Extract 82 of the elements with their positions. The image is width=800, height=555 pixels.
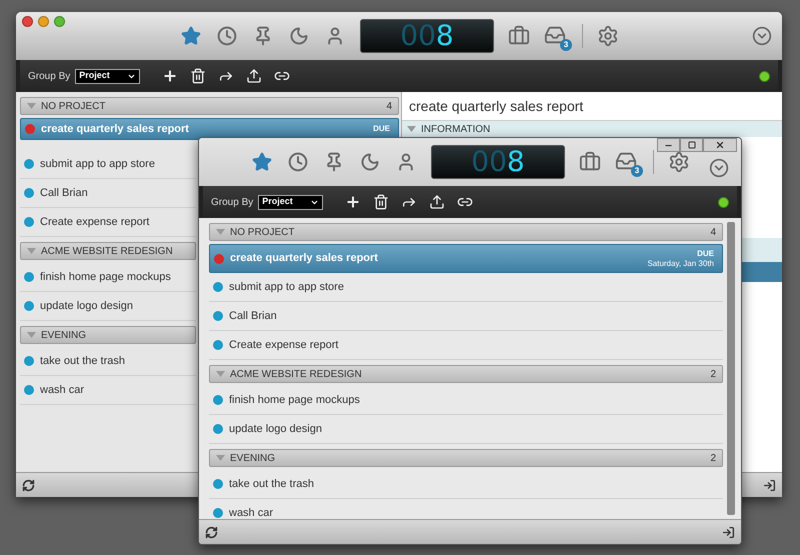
task-row[interactable]: wash car — [20, 376, 196, 405]
task-title: take out the trash — [40, 354, 125, 369]
group-name: EVENING — [41, 328, 86, 342]
group-by-dropdown[interactable]: Project — [75, 68, 140, 84]
group-count: 2 — [710, 452, 716, 466]
close-button[interactable] — [703, 138, 737, 152]
task-row[interactable]: Create expense report — [209, 331, 723, 360]
task-row[interactable]: update logo design — [20, 292, 196, 321]
section-title: INFORMATION — [421, 122, 490, 136]
task-title: finish home page mockups — [40, 270, 171, 285]
task-title: submit app to app store — [40, 156, 155, 172]
group-count: 4 — [710, 226, 716, 240]
refresh-icon[interactable] — [205, 526, 218, 538]
trash-icon[interactable] — [373, 194, 390, 210]
group-by-label: Group By — [28, 70, 70, 84]
maximize-button[interactable] — [680, 138, 703, 152]
maximize-icon — [688, 141, 696, 149]
briefcase-icon[interactable] — [508, 25, 530, 47]
upload-icon[interactable] — [429, 194, 446, 210]
task-row[interactable]: Call Brian — [20, 179, 196, 208]
task-title: submit app to app store — [229, 280, 344, 295]
task-title: update logo design — [40, 298, 133, 314]
zoom-button[interactable] — [54, 16, 65, 27]
task-row[interactable]: Create expense report — [20, 208, 196, 237]
task-title: finish home page mockups — [229, 392, 360, 408]
collapse-triangle-icon[interactable] — [407, 126, 416, 132]
clock-icon[interactable] — [287, 151, 309, 173]
task-row[interactable]: finish home page mockups — [20, 263, 196, 292]
task-title: create quarterly sales report — [41, 122, 189, 137]
exit-icon[interactable] — [722, 526, 735, 538]
inbox-badge: 3 — [631, 165, 643, 177]
moon-icon[interactable] — [288, 25, 310, 47]
scrollbar[interactable] — [727, 222, 735, 515]
due-label: DUE — [697, 248, 714, 258]
task-row[interactable]: take out the trash — [209, 470, 723, 499]
task-row[interactable]: submit app to app store — [209, 273, 723, 302]
group-by-dropdown[interactable]: Project — [258, 194, 324, 210]
counter-display: 008 — [360, 19, 494, 53]
close-icon — [715, 140, 725, 150]
task-row[interactable]: Call Brian — [209, 302, 723, 331]
group-count: 2 — [710, 368, 716, 382]
trash-icon[interactable] — [190, 68, 206, 84]
task-row[interactable]: take out the trash — [20, 347, 196, 376]
group-name: ACME WEBSITE REDESIGN — [230, 368, 362, 382]
group-name: NO PROJECT — [41, 100, 106, 114]
due-label: DUE — [373, 124, 390, 134]
settings-icon[interactable] — [668, 151, 690, 173]
task-row[interactable]: update logo design — [209, 415, 723, 444]
star-icon[interactable] — [180, 25, 202, 47]
group-count: 4 — [386, 100, 392, 114]
moon-icon[interactable] — [359, 151, 381, 173]
task-title: Create expense report — [229, 338, 338, 353]
refresh-icon[interactable] — [22, 478, 35, 492]
task-title: create quarterly sales report — [230, 251, 378, 266]
menu-icon[interactable] — [752, 26, 772, 46]
star-icon[interactable] — [251, 151, 273, 173]
task-row[interactable]: finish home page mockups — [209, 386, 723, 415]
detail-title: create quarterly sales report — [409, 96, 584, 116]
add-icon[interactable] — [345, 194, 362, 210]
task-title: wash car — [229, 506, 274, 519]
group-name: EVENING — [230, 452, 276, 466]
add-icon[interactable] — [162, 68, 178, 84]
task-title: Create expense report — [40, 214, 150, 230]
group-by-label: Group By — [211, 196, 254, 210]
group-name: NO PROJECT — [230, 226, 294, 240]
task-title: take out the trash — [229, 476, 314, 492]
menu-icon[interactable] — [709, 158, 729, 178]
task-row[interactable]: create quarterly sales report DUE Saturday, Jan 30th — [209, 244, 723, 273]
task-title: Call Brian — [229, 308, 277, 324]
group-name: ACME WEBSITE REDESIGN — [41, 244, 173, 258]
clock-icon[interactable] — [216, 25, 238, 47]
task-row[interactable]: submit app to app store — [20, 150, 196, 179]
upload-icon[interactable] — [246, 68, 262, 84]
settings-icon[interactable] — [597, 25, 619, 47]
due-date: Saturday, Jan 30th — [647, 258, 714, 268]
task-title: wash car — [40, 382, 84, 398]
inbox-badge: 3 — [560, 39, 572, 51]
counter-display: 008 — [431, 145, 565, 179]
task-title: update logo design — [229, 422, 322, 437]
exit-icon[interactable] — [763, 478, 776, 492]
briefcase-icon[interactable] — [579, 151, 601, 173]
task-title: Call Brian — [40, 186, 88, 201]
